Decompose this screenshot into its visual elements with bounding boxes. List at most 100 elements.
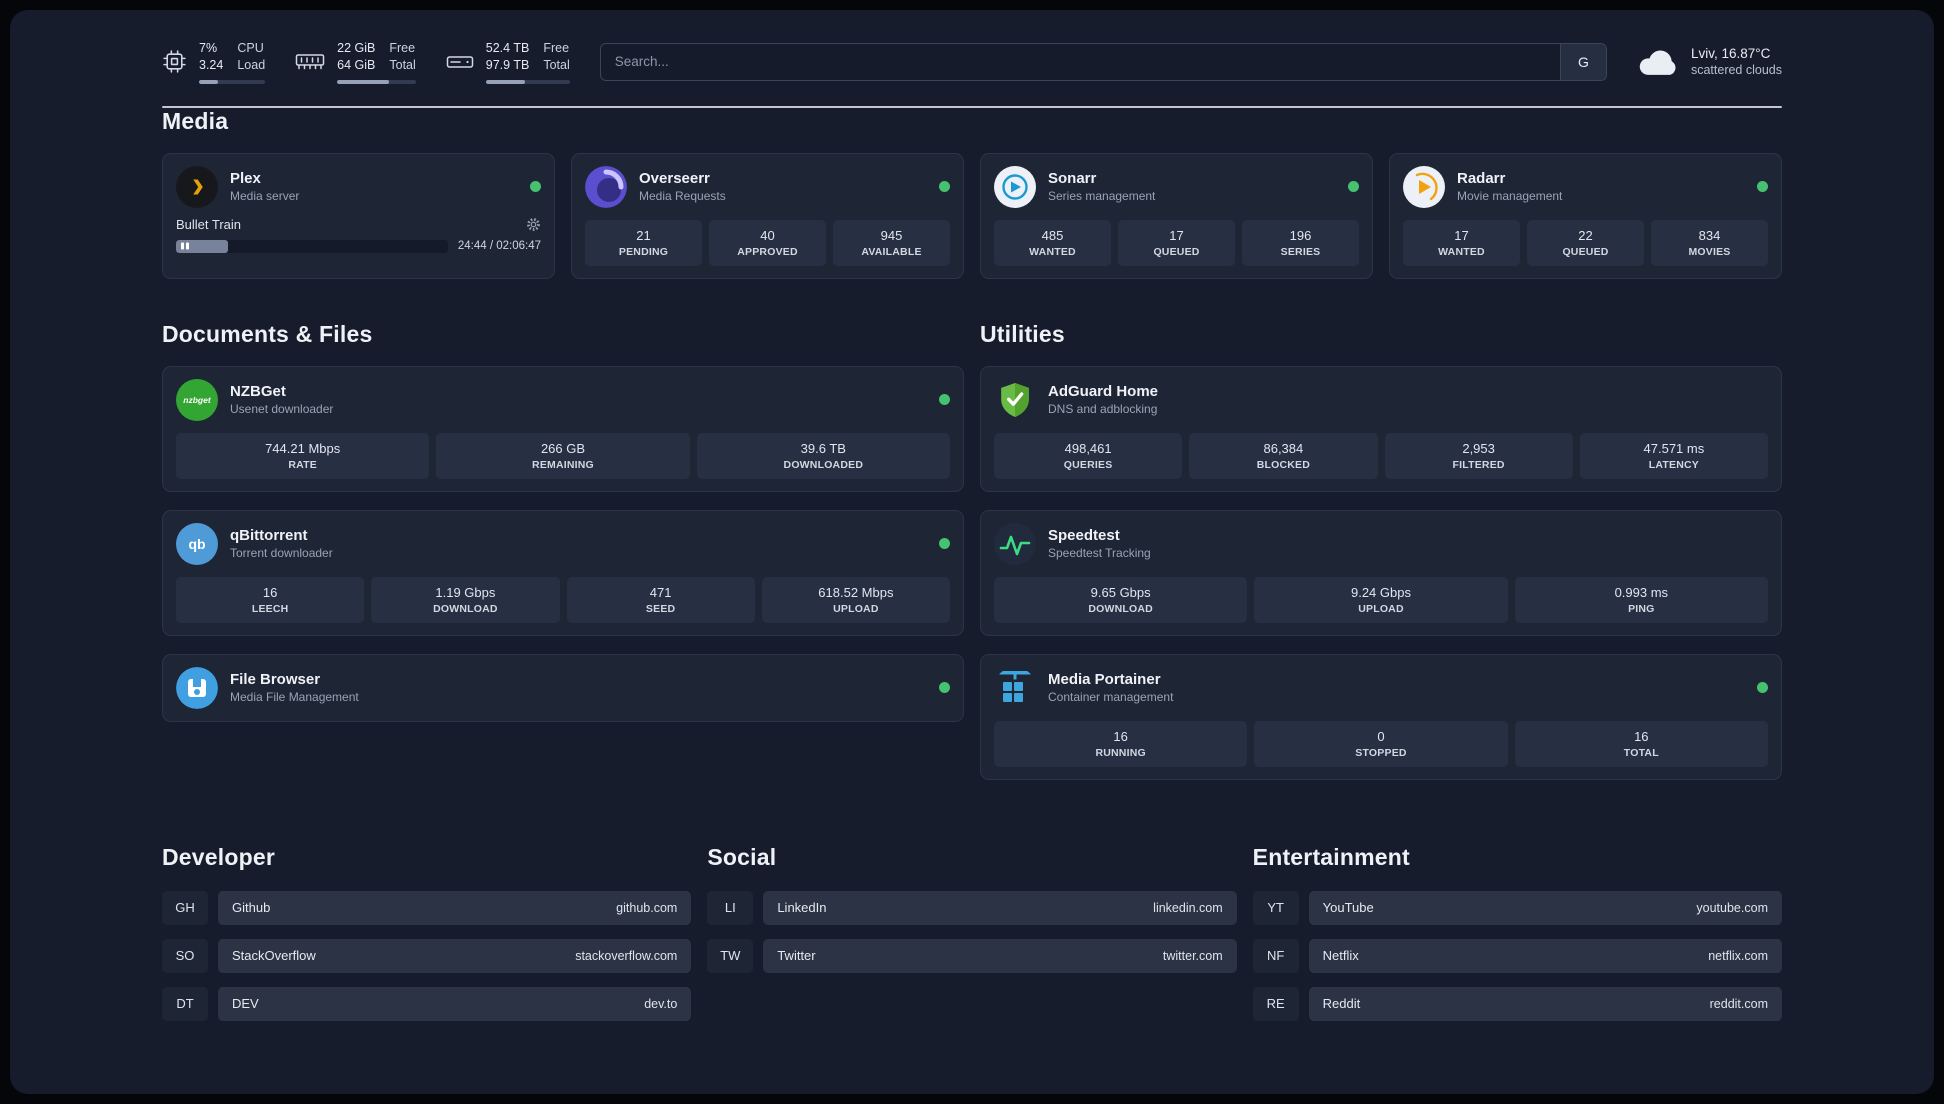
nzbget-card[interactable]: nzbget NZBGet Usenet downloader 744.21 M… [162,365,964,492]
stat-filtered: 2,953 FILTERED [1384,432,1573,479]
overseerr-icon [585,165,627,208]
stat-remaining: 266 GB REMAINING [436,432,690,479]
section-heading-media: Media [162,107,229,134]
bookmark-youtube[interactable]: YT YouTube youtube.com [1252,890,1782,925]
bookmark-link[interactable]: Twitter twitter.com [763,938,1237,973]
bookmark-twitter[interactable]: TW Twitter twitter.com [707,938,1237,973]
stat-label: LEECH [251,602,289,615]
app-subtitle: Torrent downloader [230,546,333,560]
stat-value: 21 [636,227,651,243]
bookmark-link[interactable]: Reddit reddit.com [1308,986,1782,1021]
filebrowser-icon [176,666,218,709]
stat-value: 17 [1454,227,1469,243]
ram-meter [337,79,416,84]
playback-progress-bar[interactable] [176,239,448,253]
sonarr-card[interactable]: Sonarr Series management 485 WANTED 17 Q… [980,152,1373,279]
stat-wanted: 17 WANTED [1403,219,1520,266]
stat-value: 9.65 Gbps [1090,584,1151,600]
stat-value: 618.52 Mbps [818,584,894,600]
app-title: Media Portainer [1048,671,1161,688]
stat-available: 945 AVAILABLE [833,219,950,266]
app-subtitle: Series management [1048,189,1156,203]
speedtest-icon [994,522,1036,565]
stat-value: 498,461 [1064,440,1112,456]
nzbget-icon: nzbget [176,378,218,421]
stat-total: 16 TOTAL [1514,720,1768,767]
disk-metric: 52.4 TB 97.9 TB Free Total [446,40,570,84]
stat-value: 22 [1578,227,1593,243]
bookmark-link[interactable]: Netflix netflix.com [1308,938,1782,973]
app-frame: 7% 3.24 CPU Load 22 GiB 64 GiB Free Tota… [0,0,1944,1104]
section-heading-utilities: Utilities [980,320,1065,347]
stat-label: DOWNLOADED [783,458,864,471]
app-subtitle: Media Requests [639,189,726,203]
gear-icon[interactable] [526,217,541,232]
bookmark-link[interactable]: LinkedIn linkedin.com [763,890,1237,925]
search-input[interactable] [600,43,1560,80]
stat-upload: 618.52 Mbps UPLOAD [761,576,950,623]
status-dot [939,538,950,549]
stat-queries: 498,461 QUERIES [994,432,1183,479]
section-heading-documents: Documents & Files [162,320,373,347]
stat-label: QUERIES [1063,458,1113,471]
bookmark-url: dev.to [644,996,678,1011]
app-title: Sonarr [1048,170,1097,187]
weather-widget[interactable]: Lviv, 16.87°C scattered clouds [1637,46,1782,77]
stat-label: APPROVED [737,245,798,258]
bookmark-github[interactable]: GH Github github.com [162,890,692,925]
adguard-card[interactable]: AdGuard Home DNS and adblocking 498,461 … [980,365,1782,492]
bookmark-link[interactable]: YouTube youtube.com [1308,890,1782,925]
stat-label: TOTAL [1623,746,1659,759]
disk-meter [485,79,570,84]
stat-value: 9.24 Gbps [1350,584,1411,600]
overseerr-card[interactable]: Overseerr Media Requests 21 PENDING 40 A… [571,152,964,279]
stat-label: LATENCY [1648,458,1699,471]
cpu-percent: 7% [199,41,218,55]
plex-card[interactable]: Plex Media server Bullet Train 24:44 / 0… [162,152,555,279]
app-subtitle: Media File Management [230,690,359,704]
pause-icon[interactable] [181,242,189,250]
app-subtitle: DNS and adblocking [1048,402,1158,416]
bookmark-abbr: RE [1252,986,1299,1021]
bookmark-netflix[interactable]: NF Netflix netflix.com [1252,938,1782,973]
stat-value: 2,953 [1462,440,1495,456]
bookmark-stackoverflow[interactable]: SO StackOverflow stackoverflow.com [162,938,692,973]
stat-download: 9.65 Gbps DOWNLOAD [994,576,1248,623]
dashboard: 7% 3.24 CPU Load 22 GiB 64 GiB Free Tota… [10,10,1934,1094]
portainer-card[interactable]: Media Portainer Container management 16 … [980,653,1782,780]
bookmark-url: netflix.com [1708,948,1768,963]
bookmark-reddit[interactable]: RE Reddit reddit.com [1252,986,1782,1021]
stat-label: QUEUED [1562,245,1609,258]
bookmark-link[interactable]: StackOverflow stackoverflow.com [218,938,692,973]
bookmark-linkedin[interactable]: LI LinkedIn linkedin.com [707,890,1237,925]
stat-rate: 744.21 Mbps RATE [176,432,430,479]
stat-value: 17 [1169,227,1184,243]
stat-label: MOVIES [1688,245,1731,258]
portainer-icon [994,667,1036,709]
speedtest-card[interactable]: Speedtest Speedtest Tracking 9.65 Gbps D… [980,509,1782,636]
stat-label: FILTERED [1452,458,1505,471]
stat-movies: 834 MOVIES [1651,219,1768,266]
filebrowser-card[interactable]: File Browser Media File Management [162,653,964,722]
weather-condition: scattered clouds [1690,63,1782,78]
qbittorrent-card[interactable]: qb qBittorrent Torrent downloader 16 LEE… [162,509,964,636]
sonarr-icon [994,165,1036,208]
bookmark-abbr: LI [707,890,754,925]
stat-value: 40 [760,227,775,243]
bookmark-link[interactable]: Github github.com [218,890,692,925]
stat-blocked: 86,384 BLOCKED [1189,432,1378,479]
stat-value: 1.19 Gbps [435,584,496,600]
disk-meter-fill [485,79,526,84]
radarr-card[interactable]: Radarr Movie management 17 WANTED 22 QUE… [1389,152,1782,279]
bookmark-link[interactable]: DEV dev.to [218,986,692,1021]
status-dot [1757,181,1768,192]
status-dot [1348,181,1359,192]
search-engine-button[interactable]: G [1559,43,1606,80]
ram-icon [295,53,325,71]
stat-value: 196 [1289,227,1312,243]
bookmark-name: Netflix [1322,948,1359,963]
bookmark-dev[interactable]: DT DEV dev.to [162,986,692,1021]
bookmark-abbr: NF [1252,938,1299,973]
app-subtitle: Media server [230,189,300,203]
radarr-icon [1403,165,1445,208]
